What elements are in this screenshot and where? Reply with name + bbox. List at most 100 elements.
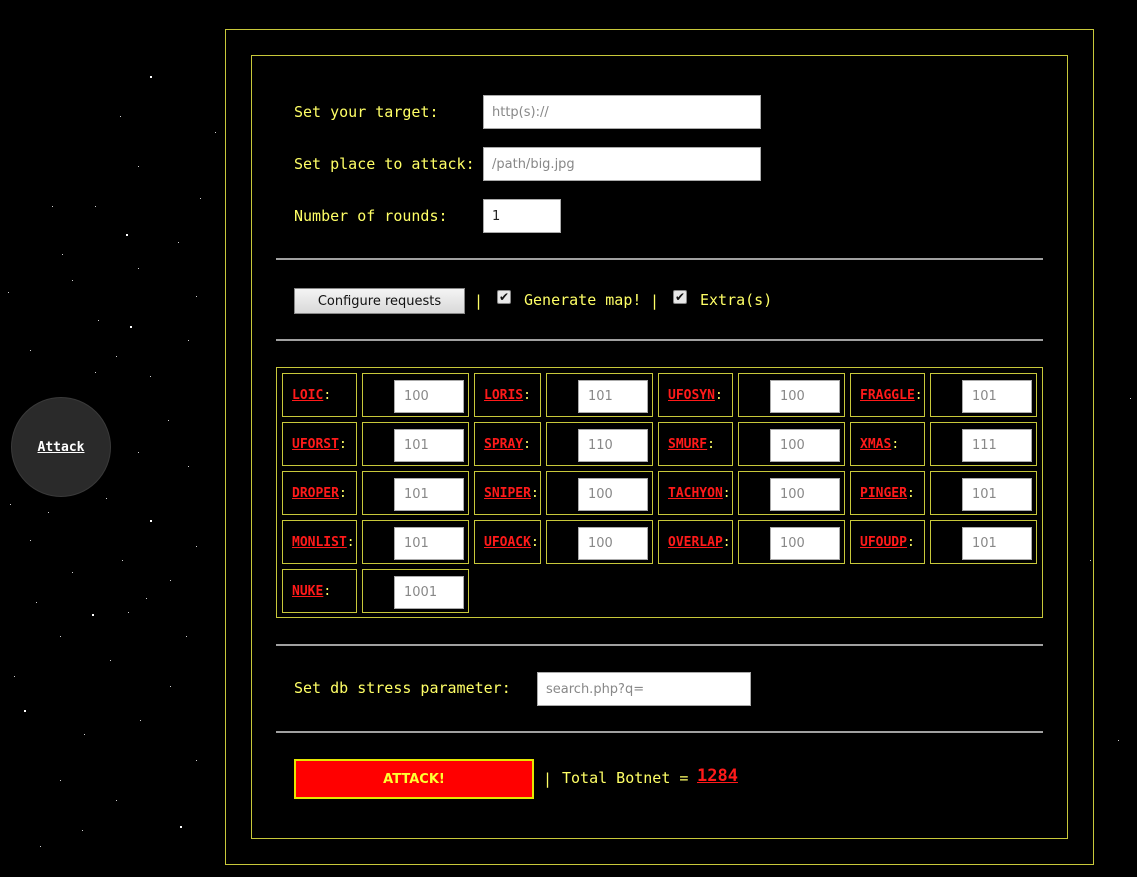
attack-cell: OVERLAP: (658, 520, 733, 564)
attack-rounds-input-pinger[interactable]: 101 (962, 478, 1032, 511)
attack-cell: UFOUDP: (850, 520, 925, 564)
star-dot (196, 760, 197, 761)
attack-submit-button[interactable]: ATTACK! (294, 759, 534, 799)
target-input[interactable] (483, 95, 761, 129)
attack-rounds-input-smurf[interactable]: 100 (770, 429, 840, 462)
star-dot (138, 268, 139, 269)
attack-link-ufosyn[interactable]: UFOSYN (668, 388, 715, 403)
attack-rounds-input-sniper[interactable]: 100 (578, 478, 648, 511)
attack-link-pinger[interactable]: PINGER (860, 486, 907, 501)
attack-rounds-input-xmas[interactable]: 111 (962, 429, 1032, 462)
db-stress-input[interactable] (537, 672, 751, 706)
attack-cell: UFORST: (282, 422, 357, 466)
attack-value-cell: 101 (362, 422, 469, 466)
attack-colon: : (323, 387, 332, 403)
star-dot (60, 636, 61, 637)
attack-cell: LORIS: (474, 373, 541, 417)
star-dot (178, 242, 179, 243)
star-dot (215, 132, 216, 133)
star-dot (150, 376, 151, 377)
attack-cell: DROPER: (282, 471, 357, 515)
star-dot (170, 686, 171, 687)
attack-link-loic[interactable]: LOIC (292, 388, 323, 403)
attack-rounds-input-spray[interactable]: 110 (578, 429, 648, 462)
attack-cell: SNIPER: (474, 471, 541, 515)
attack-link-smurf[interactable]: SMURF (668, 437, 707, 452)
rounds-input[interactable] (483, 199, 561, 233)
attack-link-uforst[interactable]: UFORST (292, 437, 339, 452)
total-botnet-count[interactable]: 1284 (697, 766, 738, 786)
attack-rounds-input-fraggle[interactable]: 101 (962, 380, 1032, 413)
attack-link-nuke[interactable]: NUKE (292, 584, 323, 599)
star-dot (14, 676, 15, 677)
star-dot (30, 350, 31, 351)
star-dot (110, 660, 111, 661)
attack-link-sniper[interactable]: SNIPER (484, 486, 531, 501)
star-dot (180, 826, 182, 828)
attack-link-spray[interactable]: SPRAY (484, 437, 523, 452)
attack-colon: : (323, 583, 332, 599)
attack-value-cell: 100 (738, 471, 845, 515)
star-dot (36, 602, 37, 603)
attack-colon: : (707, 436, 715, 452)
attack-link-overlap[interactable]: OVERLAP (668, 535, 723, 550)
star-dot (95, 372, 96, 373)
attack-link-xmas[interactable]: XMAS (860, 437, 891, 452)
attack-value-cell: 100 (362, 373, 469, 417)
total-botnet-label: Total Botnet = (562, 769, 689, 787)
star-dot (138, 166, 139, 167)
star-dot (62, 254, 63, 255)
attack-colon: : (906, 485, 915, 501)
separator: | (543, 770, 553, 788)
star-dot (106, 498, 107, 499)
attack-rounds-input-loris[interactable]: 101 (578, 380, 648, 413)
attack-cell: UFOSYN: (658, 373, 733, 417)
attack-link-ufoudp[interactable]: UFOUDP (860, 535, 907, 550)
divider (276, 644, 1043, 646)
attack-rounds-input-ufoudp[interactable]: 101 (962, 527, 1032, 560)
attack-rounds-input-nuke[interactable]: 1001 (394, 576, 464, 609)
attack-link-droper[interactable]: DROPER (292, 486, 339, 501)
attack-rounds-input-overlap[interactable]: 100 (770, 527, 840, 560)
star-dot (98, 320, 99, 321)
star-dot (60, 780, 61, 781)
target-label: Set your target: (294, 103, 439, 121)
star-dot (170, 580, 171, 581)
attack-colon: : (714, 387, 723, 403)
divider (276, 731, 1043, 733)
star-dot (8, 292, 9, 293)
attack-colon: : (722, 485, 731, 501)
attack-link-ufoack[interactable]: UFOACK (484, 535, 531, 550)
place-label: Set place to attack: (294, 155, 475, 173)
db-stress-label: Set db stress parameter: (294, 679, 511, 697)
attack-rounds-input-ufoack[interactable]: 100 (578, 527, 648, 560)
configure-requests-button[interactable]: Configure requests (294, 288, 465, 314)
attack-link-monlist[interactable]: MONLIST (292, 535, 347, 550)
attack-link-fraggle[interactable]: FRAGGLE (860, 388, 915, 403)
attack-colon: : (891, 436, 900, 452)
place-input[interactable] (483, 147, 761, 181)
star-dot (10, 504, 11, 505)
generate-map-checkbox[interactable]: ✔ (497, 290, 511, 304)
attack-rounds-input-ufosyn[interactable]: 100 (770, 380, 840, 413)
star-dot (200, 198, 201, 199)
attack-rounds-input-tachyon[interactable]: 100 (770, 478, 840, 511)
attack-link-loris[interactable]: LORIS (484, 388, 523, 403)
attack-cell: TACHYON: (658, 471, 733, 515)
sidebar-attack-button[interactable]: Attack (11, 397, 111, 497)
attack-link-tachyon[interactable]: TACHYON (668, 486, 723, 501)
attack-rounds-input-monlist[interactable]: 101 (394, 527, 464, 560)
separator: | (474, 292, 484, 310)
sidebar-attack-label: Attack (37, 439, 85, 455)
attack-rounds-input-loic[interactable]: 100 (394, 380, 464, 413)
attack-cell: MONLIST: (282, 520, 357, 564)
attack-cell: LOIC: (282, 373, 357, 417)
attack-value-cell: 101 (362, 520, 469, 564)
attack-value-cell: 101 (930, 373, 1037, 417)
star-dot (196, 296, 197, 297)
attack-cell: SMURF: (658, 422, 733, 466)
extras-checkbox[interactable]: ✔ (673, 290, 687, 304)
attack-rounds-input-droper[interactable]: 101 (394, 478, 464, 511)
attack-value-cell: 100 (738, 373, 845, 417)
attack-rounds-input-uforst[interactable]: 101 (394, 429, 464, 462)
